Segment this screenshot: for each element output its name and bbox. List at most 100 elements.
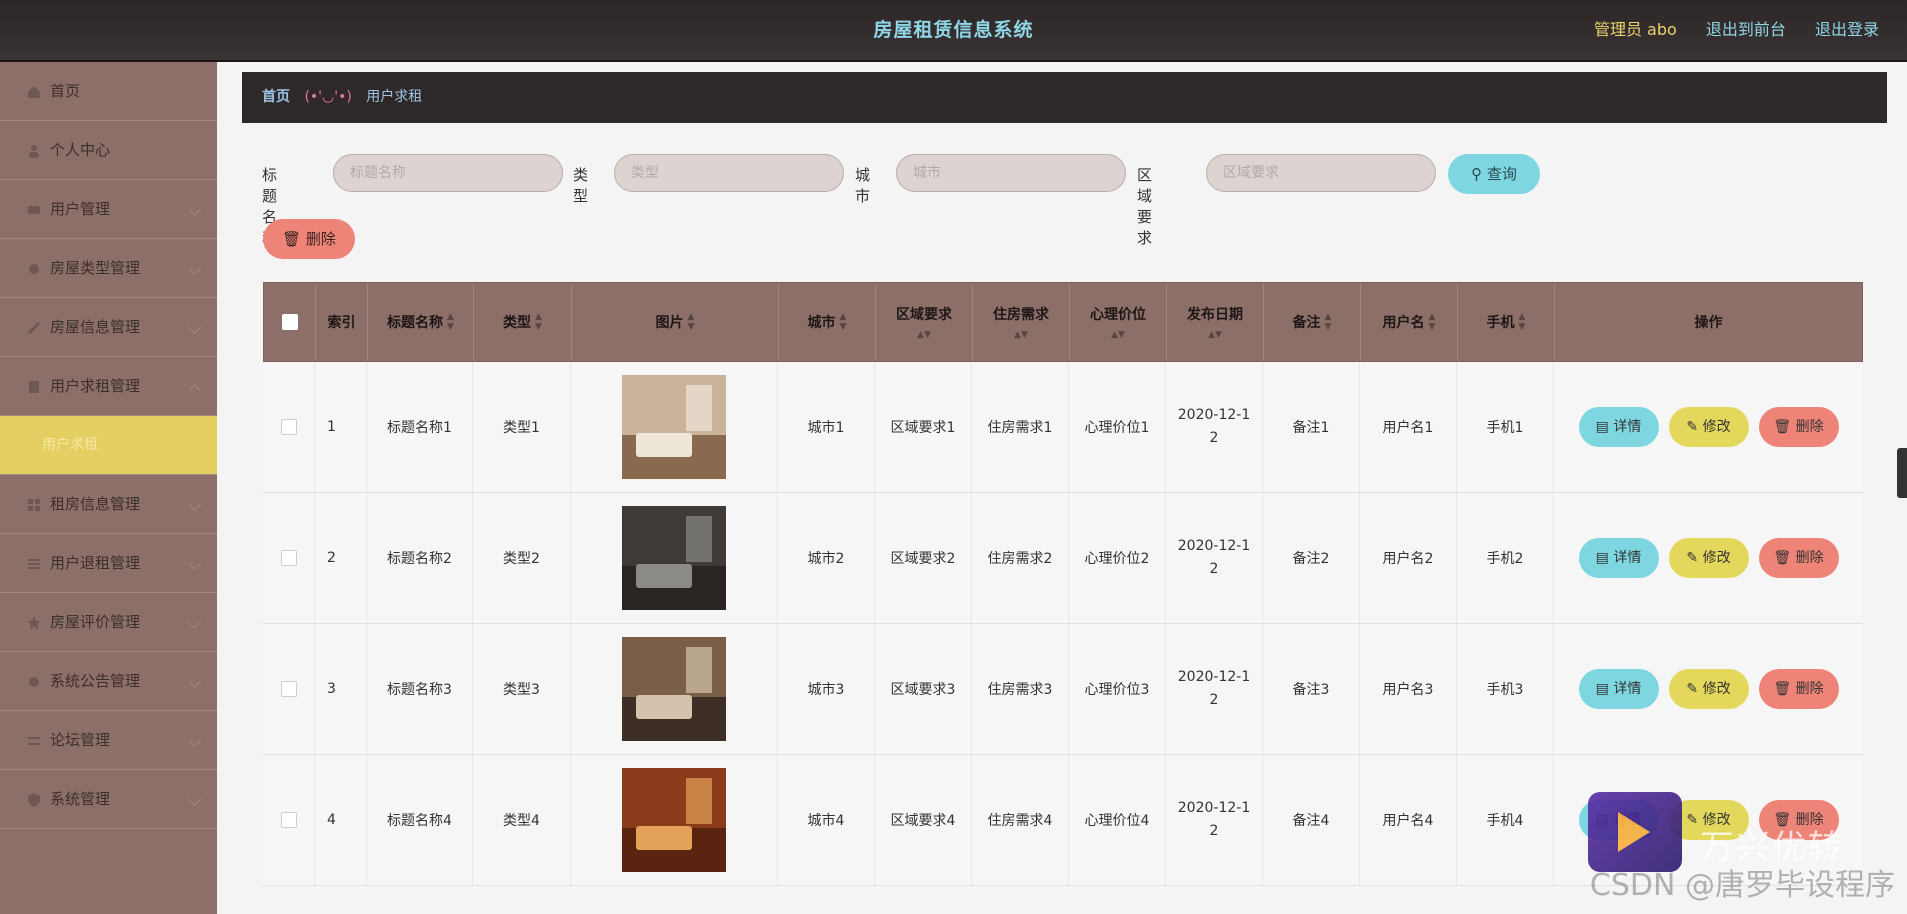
sidebar-item-checkout[interactable]: 用户退租管理 bbox=[0, 534, 217, 593]
area-input[interactable] bbox=[1206, 154, 1436, 192]
document-icon bbox=[29, 380, 39, 393]
sidebar-item-label: 系统管理 bbox=[50, 790, 111, 808]
delete-button[interactable]: 🗑 删除 bbox=[1758, 407, 1839, 447]
row-select-cell bbox=[263, 624, 315, 754]
type-input[interactable] bbox=[614, 154, 844, 192]
row-select-cell bbox=[263, 755, 315, 885]
header-date[interactable]: 发布日期 ▲▼ bbox=[1167, 283, 1264, 361]
header-username[interactable]: 用户名 ▲ ▼ bbox=[1361, 283, 1458, 361]
pencil-icon: ✎ bbox=[1686, 419, 1699, 435]
home-icon bbox=[28, 85, 40, 98]
table-row: 1 标题名称1 类型1 城市1 区域要求1 住房需求1 心理价位1 2020-1… bbox=[263, 362, 1863, 493]
cell-index: 2 bbox=[315, 493, 367, 623]
sidebar-item-label: 论坛管理 bbox=[50, 731, 111, 749]
to-front-link[interactable]: 退出到前台 bbox=[1706, 20, 1786, 39]
breadcrumb-home[interactable]: 首页 bbox=[262, 89, 290, 105]
sidebar-item-house-types[interactable]: 房屋类型管理 bbox=[0, 239, 217, 298]
header-image[interactable]: 图片 ▲ ▼ bbox=[572, 283, 779, 361]
pencil-icon: ✎ bbox=[1686, 812, 1699, 828]
sidebar-item-label: 用户退租管理 bbox=[50, 554, 141, 572]
sidebar-item-system[interactable]: 系统管理 bbox=[0, 770, 217, 829]
detail-button[interactable]: ▤ 详情 bbox=[1578, 407, 1659, 447]
cell-type: 类型3 bbox=[473, 624, 571, 754]
pencil-icon: ✎ bbox=[1686, 550, 1699, 566]
logout-link[interactable]: 退出登录 bbox=[1815, 20, 1879, 39]
sidebar-item-forum[interactable]: 论坛管理 bbox=[0, 711, 217, 770]
menu-icon bbox=[28, 736, 40, 745]
title-input[interactable] bbox=[333, 154, 563, 192]
select-all-cell bbox=[264, 283, 316, 361]
header-type[interactable]: 类型 ▲ ▼ bbox=[474, 283, 572, 361]
city-input[interactable] bbox=[896, 154, 1126, 192]
cell-area: 区域要求4 bbox=[875, 755, 972, 885]
edit-button[interactable]: ✎ 修改 bbox=[1668, 407, 1749, 447]
sidebar-item-label: 房屋评价管理 bbox=[50, 613, 141, 631]
cell-date: 2020-12-1 2 bbox=[1166, 624, 1263, 754]
sidebar-item-home[interactable]: 首页 bbox=[0, 62, 217, 121]
row-checkbox[interactable] bbox=[280, 812, 297, 828]
sort-icon: ▲▼ bbox=[535, 312, 542, 332]
batch-delete-button[interactable]: 🗑 删除 bbox=[263, 219, 355, 259]
document-icon: ▤ bbox=[1595, 419, 1609, 435]
chevron-down-icon bbox=[188, 793, 201, 806]
sidebar-item-label: 房屋信息管理 bbox=[50, 318, 141, 336]
cell-price: 心理价位3 bbox=[1069, 624, 1166, 754]
cell-note: 备注1 bbox=[1263, 362, 1360, 492]
sidebar-item-rent-request-mgmt[interactable]: 用户求租管理 bbox=[0, 357, 217, 416]
search-icon: ⚲ bbox=[1471, 165, 1483, 183]
row-checkbox[interactable] bbox=[280, 419, 297, 435]
cell-index: 1 bbox=[315, 362, 367, 492]
header-area[interactable]: 区域要求 ▲▼ bbox=[876, 283, 973, 361]
detail-button[interactable]: ▤ 详情 bbox=[1578, 669, 1659, 709]
room-photo bbox=[622, 506, 726, 610]
sidebar-item-label: 个人中心 bbox=[50, 141, 111, 159]
cell-username: 用户名3 bbox=[1360, 624, 1457, 754]
sort-icon: ▲▼ bbox=[1428, 312, 1436, 332]
header-need[interactable]: 住房需求 ▲▼ bbox=[973, 283, 1070, 361]
cell-ops: ▤ 详情 ✎ 修改 🗑 删除 bbox=[1554, 362, 1863, 492]
sidebar-item-personal[interactable]: 个人中心 bbox=[0, 121, 217, 180]
delete-button[interactable]: 🗑 删除 bbox=[1758, 538, 1839, 578]
sidebar-item-announcements[interactable]: 系统公告管理 bbox=[0, 652, 217, 711]
chevron-down-icon bbox=[188, 203, 201, 216]
row-checkbox[interactable] bbox=[280, 550, 297, 566]
sidebar-item-users[interactable]: 用户管理 bbox=[0, 180, 217, 239]
header-city[interactable]: 城市 ▲ ▼ bbox=[779, 283, 876, 361]
users-icon bbox=[28, 205, 40, 214]
sidebar-subitem-rent-request[interactable]: 用户求租 bbox=[0, 416, 217, 475]
cell-title: 标题名称1 bbox=[367, 362, 473, 492]
cell-username: 用户名2 bbox=[1360, 493, 1457, 623]
side-handle[interactable] bbox=[1897, 448, 1907, 498]
sort-icon: ▲▼ bbox=[1208, 330, 1222, 340]
header-price[interactable]: 心理价位 ▲▼ bbox=[1070, 283, 1167, 361]
sidebar: 首页 个人中心 用户管理 房屋类型管理 房屋信息管理 用户求租管理 用户求租 租… bbox=[0, 62, 217, 914]
sidebar-item-label: 用户求租管理 bbox=[50, 377, 141, 395]
sidebar-item-reviews[interactable]: 房屋评价管理 bbox=[0, 593, 217, 652]
edit-button[interactable]: ✎ 修改 bbox=[1668, 538, 1749, 578]
sidebar-item-house-info[interactable]: 房屋信息管理 bbox=[0, 298, 217, 357]
header-index: 索引 bbox=[316, 283, 368, 361]
cell-note: 备注4 bbox=[1263, 755, 1360, 885]
query-button[interactable]: ⚲ 查询 bbox=[1448, 154, 1540, 194]
cell-date: 2020-12-1 2 bbox=[1166, 755, 1263, 885]
sort-icon: ▲▼ bbox=[447, 312, 454, 332]
header-title[interactable]: 标题名称 ▲ ▼ bbox=[368, 283, 474, 361]
chevron-down-icon bbox=[188, 675, 201, 688]
chevron-down-icon bbox=[188, 557, 201, 570]
sidebar-item-rental-info[interactable]: 租房信息管理 bbox=[0, 475, 217, 534]
detail-button[interactable]: ▤ 详情 bbox=[1578, 538, 1659, 578]
cell-ops: ▤ 详情 ✎ 修改 🗑 删除 bbox=[1554, 493, 1863, 623]
header-phone[interactable]: 手机 ▲ ▼ bbox=[1458, 283, 1555, 361]
chevron-down-icon bbox=[188, 734, 201, 747]
chevron-down-icon bbox=[188, 262, 201, 275]
cell-type: 类型4 bbox=[473, 755, 571, 885]
edit-button[interactable]: ✎ 修改 bbox=[1668, 669, 1749, 709]
header-note[interactable]: 备注 ▲ ▼ bbox=[1264, 283, 1361, 361]
cell-date: 2020-12-1 2 bbox=[1166, 493, 1263, 623]
star-icon bbox=[27, 615, 41, 630]
delete-button[interactable]: 🗑 删除 bbox=[1758, 669, 1839, 709]
cell-need: 住房需求1 bbox=[972, 362, 1069, 492]
select-all-checkbox[interactable] bbox=[281, 314, 298, 330]
sort-icon: ▲▼ bbox=[839, 312, 847, 332]
row-checkbox[interactable] bbox=[280, 681, 297, 697]
